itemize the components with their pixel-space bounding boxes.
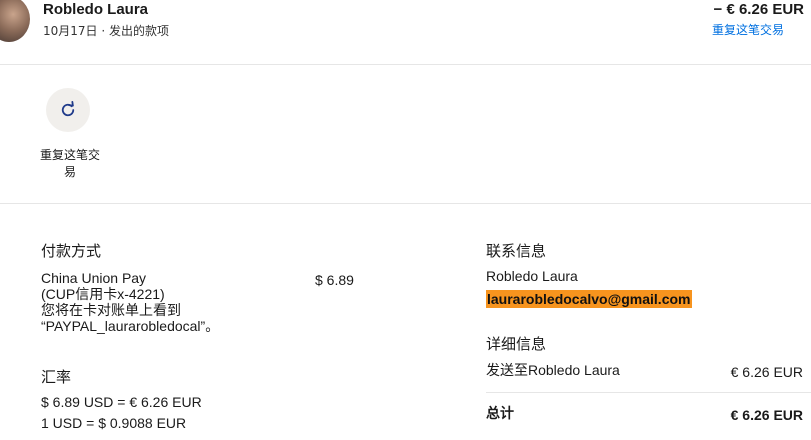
avatar — [0, 0, 30, 42]
divider — [0, 64, 811, 65]
sent-to-label: 发送至Robledo Laura — [486, 362, 620, 378]
recipient-name: Robledo Laura — [43, 1, 149, 18]
divider — [486, 392, 811, 393]
repeat-transaction-link[interactable]: 重复这笔交易 — [712, 21, 784, 38]
divider — [0, 203, 811, 204]
exchange-rate-line: 1 USD = $ 0.9088 EUR — [41, 415, 187, 431]
exchange-rate-title: 汇率 — [41, 368, 72, 386]
payment-method-line: 您将在卡对账单上看到 — [41, 302, 181, 318]
subtitle-separator: · — [101, 24, 106, 38]
contact-email[interactable]: laurarobledocalvo@gmail.com — [486, 290, 692, 308]
transaction-type: 发出的款项 — [109, 24, 170, 38]
repeat-transaction-button[interactable] — [46, 88, 90, 132]
transaction-amount: − € 6.26 EUR — [713, 1, 804, 18]
payment-method-line: “PAYPAL_laurarobledocal”。 — [41, 318, 220, 334]
total-label: 总计 — [486, 405, 514, 421]
contact-name: Robledo Laura — [486, 268, 578, 284]
transaction-subtitle: 10月17日 · 发出的款项 — [43, 22, 169, 39]
details-title: 详细信息 — [486, 335, 547, 353]
payment-method-title: 付款方式 — [41, 242, 102, 260]
exchange-rate-line: $ 6.89 USD = € 6.26 EUR — [41, 394, 202, 410]
payment-method-line: China Union Pay — [41, 270, 147, 286]
transaction-date: 10月17日 — [43, 24, 98, 38]
refresh-icon — [61, 101, 75, 117]
payment-method-details: China Union Pay (CUP信用卡x-4221) 您将在卡对账单上看… — [41, 270, 219, 334]
repeat-transaction-label: 重复这笔交易 — [39, 148, 100, 179]
total-amount: € 6.26 EUR — [730, 407, 803, 423]
payment-method-line: (CUP信用卡x-4221) — [41, 286, 165, 302]
contact-info-title: 联系信息 — [486, 242, 547, 260]
sent-to-amount: € 6.26 EUR — [730, 364, 803, 380]
payment-amount: $ 6.89 — [315, 272, 354, 288]
